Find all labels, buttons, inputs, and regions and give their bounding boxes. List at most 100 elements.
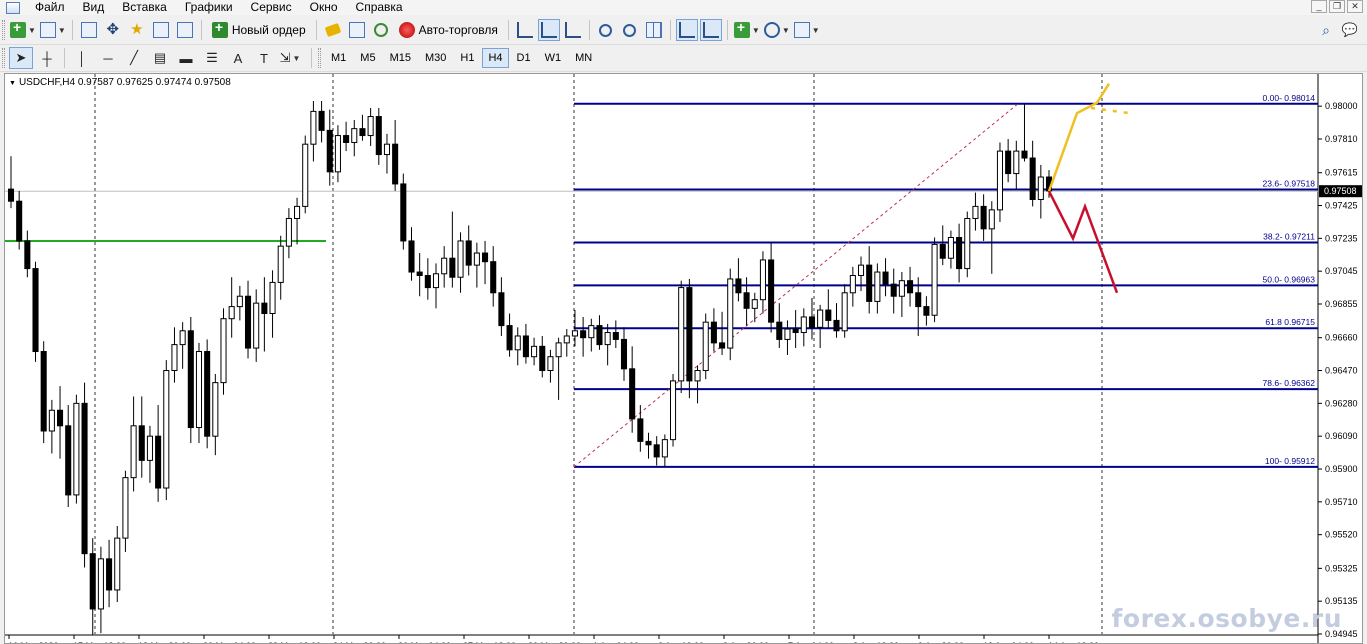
candle	[629, 346, 636, 433]
candle-body	[81, 402, 88, 555]
metaeditor-button[interactable]	[322, 19, 344, 41]
auto-trading-button[interactable]: Авто-торговля	[394, 19, 503, 41]
time-tick-label: 1 Apr 04:00	[593, 641, 639, 643]
auto-trading-icon	[398, 22, 415, 38]
fibonacci-tool[interactable]: ☰	[200, 47, 224, 69]
candle	[40, 341, 47, 444]
candle-body	[629, 368, 636, 420]
search-button[interactable]: ⌕	[1315, 19, 1337, 41]
candle	[294, 197, 301, 245]
templates-button[interactable]: ▼	[793, 19, 821, 41]
periods-button[interactable]: ▼	[763, 19, 791, 41]
timeframe-h1[interactable]: H1	[454, 48, 480, 68]
menu-view[interactable]: Вид	[74, 0, 114, 15]
arrows-tool[interactable]: ⇲ ▼	[278, 47, 302, 69]
separator	[71, 20, 73, 40]
search-icon: ⌕	[1322, 21, 1330, 38]
price-chart[interactable]: 0.98000 0.97810 0.97615 0.97425 0.97235 0.970…	[5, 74, 1362, 643]
menu-charts[interactable]: Графики	[176, 0, 242, 15]
toolbar-grip	[318, 48, 321, 68]
time-tick-label: 7 Apr 04:00	[788, 641, 834, 643]
market-watch-button[interactable]	[78, 19, 100, 41]
bar-chart-icon	[516, 22, 533, 38]
close-icon[interactable]: ✕	[1347, 0, 1363, 13]
timeframe-w1[interactable]: W1	[539, 48, 568, 68]
chart-shift-button[interactable]	[699, 19, 722, 41]
candle	[310, 101, 317, 162]
crosshair-tool[interactable]: ┼	[35, 47, 59, 69]
terminal-button[interactable]	[150, 19, 172, 41]
candle	[719, 311, 726, 355]
menu-window[interactable]: Окно	[301, 0, 347, 15]
candle-body	[735, 278, 742, 294]
new-order-label: Новый ордер	[231, 23, 306, 37]
legend-collapse-icon[interactable]: ▼	[9, 80, 16, 87]
menu-insert[interactable]: Вставка	[113, 0, 176, 15]
vps-button[interactable]	[370, 19, 392, 41]
menu-help[interactable]: Справка	[347, 0, 412, 15]
navigator-button[interactable]: ★	[126, 19, 148, 41]
menu-file[interactable]: Файл	[26, 0, 74, 15]
horizontal-line-icon: ─	[103, 50, 113, 66]
candle-body	[122, 477, 129, 539]
line-chart-button[interactable]	[562, 19, 584, 41]
candle	[890, 268, 897, 314]
chevron-down-icon: ▼	[811, 25, 820, 35]
text-label-tool[interactable]: T	[252, 47, 276, 69]
candle	[956, 223, 963, 283]
candle	[817, 304, 824, 349]
candle	[800, 308, 807, 347]
rectangle-tool[interactable]: ▬	[174, 47, 198, 69]
vertical-line-icon: │	[77, 50, 87, 66]
candle	[980, 194, 987, 241]
timeframe-m15[interactable]: M15	[384, 48, 417, 68]
vertical-line-tool[interactable]: │	[70, 47, 94, 69]
standard-toolbar: ▼ ▼ ✥ ★ Новый ордер Авто-торговля ▼ ▼ ▼ …	[0, 16, 1367, 45]
new-chart-button[interactable]: ▼	[9, 19, 37, 41]
signals-button[interactable]	[346, 19, 368, 41]
candle-body	[751, 299, 758, 309]
timeframe-h4[interactable]: H4	[482, 48, 509, 68]
trendline-tool[interactable]: ╱	[122, 47, 146, 69]
candle-body	[114, 537, 121, 591]
timeframe-m1[interactable]: M1	[325, 48, 352, 68]
candle-body	[351, 128, 358, 143]
zoom-out-button[interactable]	[619, 19, 641, 41]
candle	[334, 125, 341, 183]
autoscroll-button[interactable]	[675, 19, 698, 41]
chevron-down-icon: ▼	[751, 25, 760, 35]
timeframe-d1[interactable]: D1	[511, 48, 537, 68]
zoom-in-button[interactable]	[595, 19, 617, 41]
candle	[792, 310, 799, 349]
candle-body	[661, 439, 668, 458]
candle-body	[269, 281, 276, 315]
equidistant-channel-tool[interactable]: ▤	[148, 47, 172, 69]
fib-level-label: 38.2- 0.97211	[1263, 232, 1315, 242]
bar-chart-button[interactable]	[514, 19, 536, 41]
minimize-icon[interactable]: _	[1311, 0, 1327, 13]
profiles-button[interactable]: ▼	[39, 19, 67, 41]
timeframe-m5[interactable]: M5	[354, 48, 381, 68]
candle	[408, 227, 415, 281]
candle-body	[261, 302, 268, 315]
horizontal-line-tool[interactable]: ─	[96, 47, 120, 69]
restore-icon[interactable]: ❐	[1329, 0, 1345, 13]
indicators-button[interactable]: ▼	[733, 19, 761, 41]
strategy-tester-button[interactable]	[174, 19, 196, 41]
text-tool[interactable]: A	[226, 47, 250, 69]
candle	[923, 296, 930, 326]
candle-body	[915, 292, 922, 308]
cursor-tool[interactable]: ➤	[9, 47, 33, 69]
fib-level-label: 0.00- 0.98014	[1263, 93, 1316, 103]
candlesticks-button[interactable]	[537, 19, 560, 41]
timeframe-mn[interactable]: MN	[569, 48, 598, 68]
tile-windows-button[interactable]	[643, 19, 665, 41]
data-window-button[interactable]: ✥	[102, 19, 124, 41]
timeframe-m30[interactable]: M30	[419, 48, 452, 68]
candle	[841, 284, 848, 338]
chart-window[interactable]: 0.98000 0.97810 0.97615 0.97425 0.97235 0.970…	[4, 73, 1363, 644]
templates-icon	[793, 22, 810, 38]
menu-tools[interactable]: Сервис	[242, 0, 301, 15]
new-order-button[interactable]: Новый ордер	[207, 19, 311, 41]
chat-button[interactable]: 💬	[1339, 19, 1361, 41]
